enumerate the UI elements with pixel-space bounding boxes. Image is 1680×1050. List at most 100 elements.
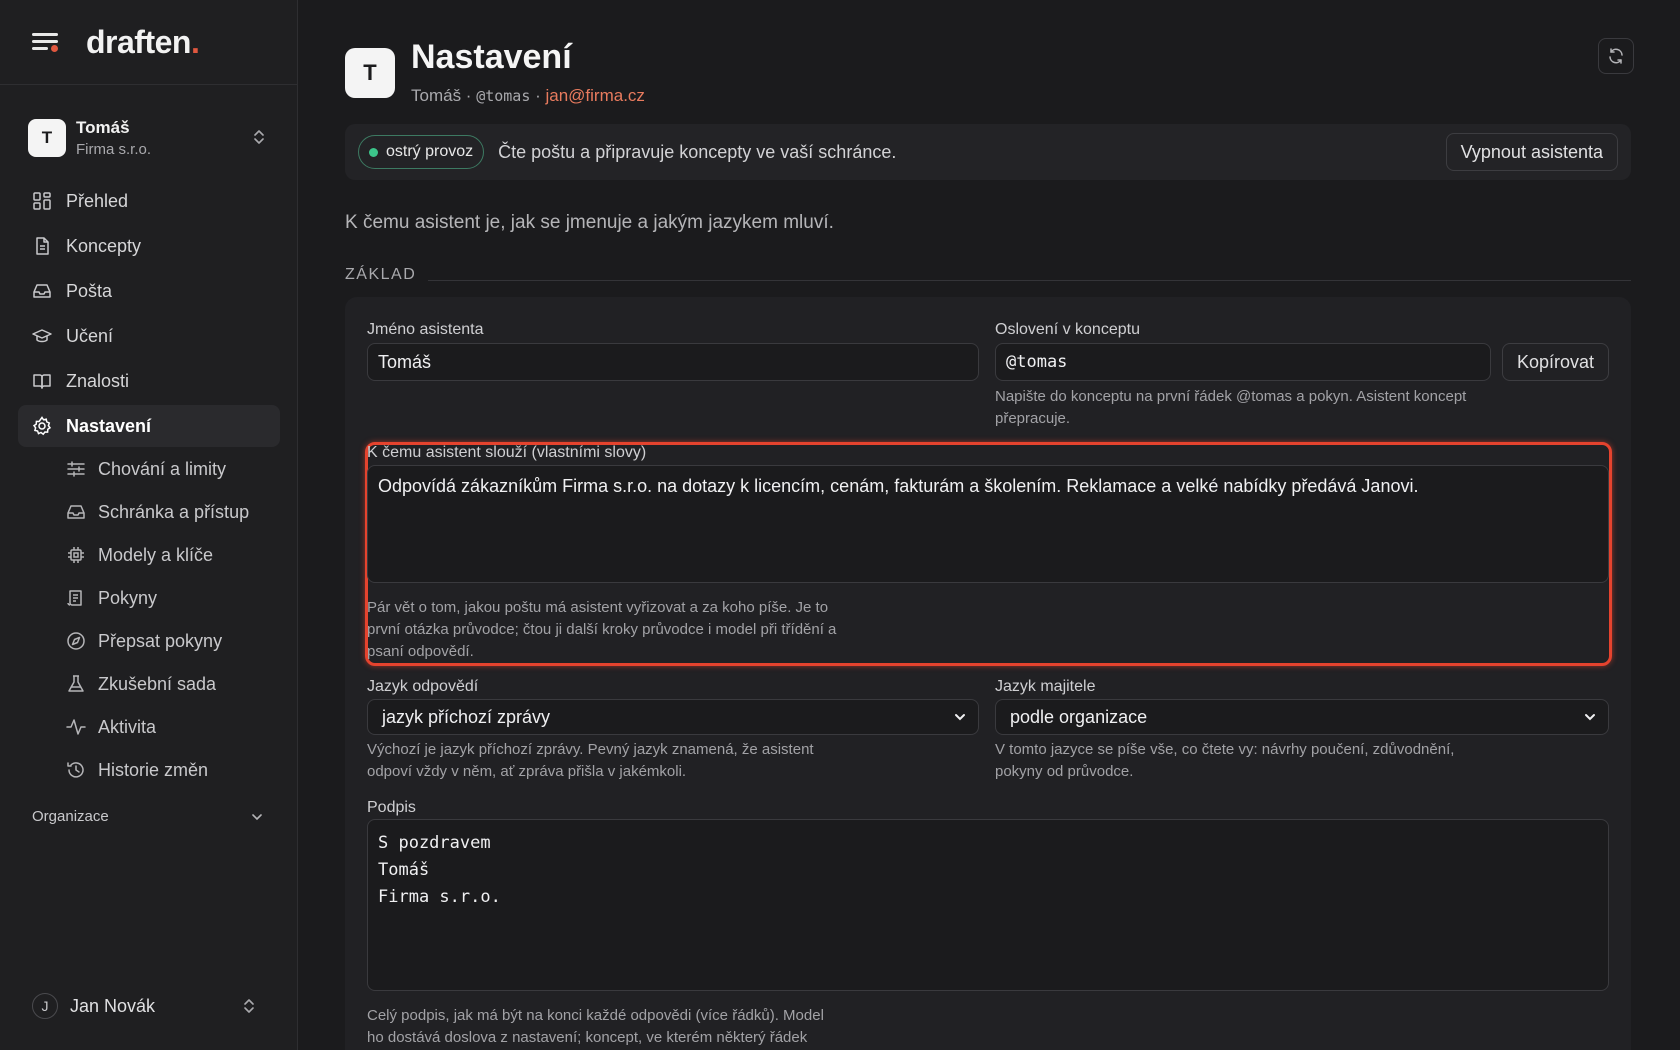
signature-line: S pozdravem: [378, 833, 491, 853]
compass-icon: [67, 632, 85, 650]
subnav-item-modely[interactable]: Modely a klíče: [66, 535, 280, 575]
assistant-email[interactable]: jan@firma.cz: [545, 86, 644, 105]
assistant-name-label: Jméno asistenta: [367, 321, 484, 338]
separator: ·: [530, 86, 546, 105]
activity-icon: [66, 719, 86, 735]
subnav-label: Aktivita: [98, 716, 157, 737]
help-line: Pár vět o tom, jakou poštu má asistent v…: [367, 599, 829, 616]
subnav-label: Přepsat pokyny: [98, 630, 223, 651]
book-icon: [33, 374, 51, 389]
address-label: Oslovení v konceptu: [995, 321, 1140, 338]
brand-dot: .: [190, 23, 200, 60]
gear-icon: [32, 416, 52, 436]
disable-assistant-button[interactable]: Vypnout asistenta: [1445, 133, 1618, 171]
subnav-item-schranka[interactable]: Schránka a přístup: [66, 492, 280, 532]
reply-language-label: Jazyk odpovědí: [367, 678, 479, 695]
status-bar: ostrý provoz Čte poštu a připravuje konc…: [345, 124, 1631, 180]
nav-label: Přehled: [66, 190, 129, 211]
assistant-identity: Tomáš · @tomas · jan@firma.cz: [411, 86, 645, 106]
nav-item-prehled[interactable]: Přehled: [18, 180, 280, 222]
status-text: Čte poštu a připravuje koncepty ve vaší …: [498, 141, 897, 162]
help-line: psaní odpovědí.: [367, 643, 474, 660]
help-line: ho dostává doslova z nastavení; koncept,…: [367, 1029, 808, 1046]
status-badge-label: ostrý provoz: [386, 143, 474, 160]
purpose-textarea[interactable]: Odpovídá zákazníkům Firma s.r.o. na dota…: [367, 465, 1609, 583]
status-badge: ostrý provoz: [358, 135, 485, 169]
organization-section[interactable]: Organizace: [32, 808, 264, 825]
subnav-label: Chování a limity: [98, 458, 227, 479]
page-intro: K čemu asistent je, jak se jmenuje a jak…: [345, 212, 834, 233]
history-icon: [67, 762, 84, 778]
signature-label: Podpis: [367, 799, 416, 816]
section-heading: ZÁKLAD: [345, 266, 417, 283]
address-input[interactable]: @tomas: [995, 343, 1491, 381]
refresh-icon: [1609, 48, 1623, 64]
signature-textarea[interactable]: S pozdravem Tomáš Firma s.r.o.: [367, 819, 1609, 991]
subnav-item-zkusebni[interactable]: Zkušební sada: [66, 664, 280, 704]
inbox-icon: [67, 505, 85, 519]
refresh-button[interactable]: [1598, 38, 1634, 74]
owner-language-help: V tomto jazyce se píše vše, co čtete vy:…: [995, 739, 1454, 783]
help-line: první otázka průvodce; čtou ji další kro…: [367, 621, 837, 638]
user-menu[interactable]: J Jan Novák: [32, 993, 264, 1019]
help-line: přepracuje.: [995, 410, 1071, 427]
help-line: Výchozí je jazyk příchozí zprávy. Pevný …: [367, 741, 814, 758]
signature-line: Tomáš: [378, 860, 430, 880]
separator: ·: [461, 86, 477, 105]
nav-item-koncepty[interactable]: Koncepty: [18, 225, 280, 267]
account-org: Firma s.r.o.: [76, 141, 152, 158]
account-avatar: T: [28, 119, 66, 157]
nav-item-znalosti[interactable]: Znalosti: [18, 360, 280, 402]
copy-button[interactable]: Kopírovat: [1502, 343, 1609, 381]
section-divider: [428, 280, 1631, 281]
owner-language-select[interactable]: podle organizace: [995, 699, 1609, 735]
reply-language-select[interactable]: jazyk příchozí zprávy: [367, 699, 979, 735]
main-content: T Nastavení Tomáš · @tomas · jan@firma.c…: [298, 0, 1680, 1050]
flask-icon: [68, 675, 84, 692]
settings-card: Jméno asistenta Tomáš Oslovení v koncept…: [345, 297, 1631, 1050]
help-line: V tomto jazyce se píše vše, co čtete vy:…: [995, 741, 1455, 758]
subnav-item-pokyny[interactable]: Pokyny: [66, 578, 280, 618]
help-line: Napište do konceptu na první řádek @toma…: [995, 388, 1467, 405]
assistant-avatar: T: [345, 48, 395, 98]
app-logo[interactable]: draften.: [86, 23, 200, 61]
subnav-item-historie[interactable]: Historie změn: [66, 750, 280, 790]
owner-language-value: podle organizace: [1010, 706, 1148, 727]
address-help: Napište do konceptu na první řádek @toma…: [995, 386, 1466, 430]
signature-help: Celý podpis, jak má být na konci každé o…: [367, 1005, 824, 1049]
menu-icon[interactable]: [32, 30, 60, 54]
nav-item-posta[interactable]: Pošta: [18, 270, 280, 312]
main-nav: Přehled Koncepty Pošta Učení Znalosti Na…: [18, 180, 280, 450]
nav-label: Nastavení: [66, 415, 152, 436]
assistant-name: Tomáš: [411, 86, 462, 105]
nav-item-nastaveni[interactable]: Nastavení: [18, 405, 280, 447]
subnav-item-aktivita[interactable]: Aktivita: [66, 707, 280, 747]
nav-label: Učení: [66, 325, 114, 346]
chevron-updown-icon: [244, 999, 254, 1013]
purpose-label: K čemu asistent slouží (vlastními slovy): [367, 444, 647, 461]
scroll-icon: [67, 590, 82, 606]
inbox-icon: [33, 284, 51, 298]
nav-label: Koncepty: [66, 235, 142, 256]
subnav-item-prepsat[interactable]: Přepsat pokyny: [66, 621, 280, 661]
sidebar: draften. T Tomáš Firma s.r.o. Přehled Ko…: [0, 0, 298, 1050]
brand-bar: draften.: [0, 0, 297, 85]
organization-label: Organizace: [32, 808, 109, 825]
subnav-label: Schránka a přístup: [98, 501, 250, 522]
subnav-label: Historie změn: [98, 759, 209, 780]
help-line: Celý podpis, jak má být na konci každé o…: [367, 1007, 824, 1024]
assistant-handle: @tomas: [476, 87, 531, 105]
reply-language-help: Výchozí je jazyk příchozí zprávy. Pevný …: [367, 739, 814, 783]
chevron-down-icon: [1585, 714, 1595, 721]
settings-subnav: Chování a limity Schránka a přístup Mode…: [66, 449, 280, 793]
help-line: odpoví vždy v něm, ať zpráva přišla v ja…: [367, 763, 687, 780]
subnav-item-chovani[interactable]: Chování a limity: [66, 449, 280, 489]
account-switcher[interactable]: T Tomáš Firma s.r.o.: [18, 108, 280, 168]
document-icon: [36, 237, 49, 255]
nav-item-uceni[interactable]: Učení: [18, 315, 280, 357]
page-title: Nastavení: [411, 38, 572, 76]
chip-icon: [68, 547, 84, 563]
assistant-name-input[interactable]: Tomáš: [367, 343, 979, 381]
subnav-label: Zkušební sada: [98, 673, 217, 694]
nav-label: Pošta: [66, 280, 113, 301]
